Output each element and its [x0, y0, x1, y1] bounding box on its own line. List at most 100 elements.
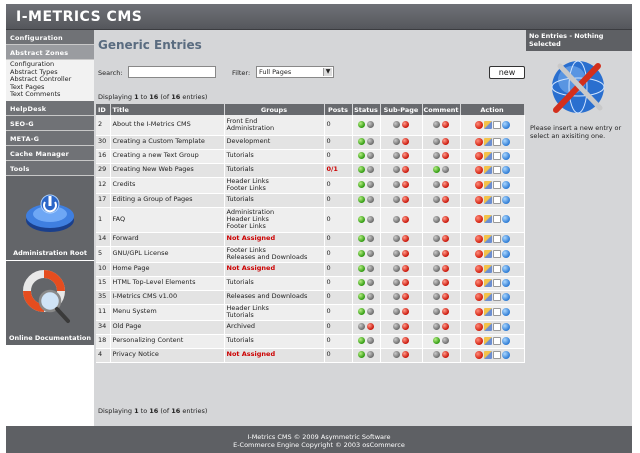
status-on-icon[interactable]: [358, 120, 365, 128]
status-off-icon[interactable]: [367, 138, 374, 146]
subpage-off-icon[interactable]: [402, 166, 409, 174]
comment-on-icon[interactable]: [433, 181, 440, 189]
status-off-icon[interactable]: [367, 235, 374, 243]
info-icon[interactable]: [501, 180, 510, 189]
delete-icon[interactable]: [474, 165, 483, 174]
info-icon[interactable]: [501, 165, 510, 174]
comment-off-icon[interactable]: [442, 138, 449, 146]
edit-icon[interactable]: [483, 336, 492, 345]
email-icon[interactable]: [492, 234, 501, 243]
status-on-icon[interactable]: [358, 196, 365, 204]
cell-title[interactable]: Privacy Notice: [110, 348, 225, 363]
search-input[interactable]: [128, 66, 216, 78]
col-header-title[interactable]: Title: [110, 104, 225, 115]
subpage-off-icon[interactable]: [402, 235, 409, 243]
delete-icon[interactable]: [474, 151, 483, 160]
table-row[interactable]: 35 I-Metrics CMS v1.00 Releases and Downlo…: [96, 290, 525, 305]
comment-on-icon[interactable]: [433, 351, 440, 359]
col-header-status[interactable]: Status: [352, 104, 381, 115]
administration-root-link[interactable]: Administration Root: [6, 175, 94, 261]
status-on-icon[interactable]: [358, 138, 365, 146]
status-off-icon[interactable]: [367, 250, 374, 258]
edit-icon[interactable]: [483, 215, 492, 224]
status-off-icon[interactable]: [367, 265, 374, 273]
info-icon[interactable]: [501, 336, 510, 345]
table-row[interactable]: 12 Credits Header Links Footer Links 0: [96, 177, 525, 194]
subpage-on-icon[interactable]: [393, 215, 400, 223]
info-icon[interactable]: [501, 151, 510, 160]
delete-icon[interactable]: [474, 195, 483, 204]
email-icon[interactable]: [492, 151, 501, 160]
filter-select[interactable]: Full Pages ▼: [256, 66, 334, 78]
cell-title[interactable]: FAQ: [110, 207, 225, 233]
subpage-on-icon[interactable]: [393, 337, 400, 345]
edit-icon[interactable]: [483, 180, 492, 189]
comment-off-icon[interactable]: [442, 196, 449, 204]
status-off-icon[interactable]: [367, 196, 374, 204]
subpage-off-icon[interactable]: [402, 120, 409, 128]
subpage-on-icon[interactable]: [393, 265, 400, 273]
subpage-off-icon[interactable]: [402, 196, 409, 204]
table-row[interactable]: 14 Forward Not Assigned 0: [96, 232, 525, 247]
subpage-off-icon[interactable]: [402, 181, 409, 189]
cell-title[interactable]: Creating New Web Pages: [110, 163, 225, 178]
info-icon[interactable]: [501, 120, 510, 129]
cell-title[interactable]: Creating a new Text Group: [110, 149, 225, 164]
info-icon[interactable]: [501, 292, 510, 301]
comment-on-icon[interactable]: [433, 196, 440, 204]
table-row[interactable]: 4 Privacy Notice Not Assigned 0: [96, 348, 525, 363]
new-entry-button[interactable]: new: [489, 66, 525, 79]
email-icon[interactable]: [492, 278, 501, 287]
subpage-on-icon[interactable]: [393, 293, 400, 301]
table-row[interactable]: 2 About the I-Metrics CMS Front End Admini…: [96, 115, 525, 136]
status-on-icon[interactable]: [358, 308, 365, 316]
info-icon[interactable]: [501, 249, 510, 258]
status-on-icon[interactable]: [358, 323, 365, 331]
table-row[interactable]: 11 Menu System Header Links Tutorials 0: [96, 304, 525, 321]
comment-off-icon[interactable]: [442, 235, 449, 243]
comment-on-icon[interactable]: [433, 166, 440, 174]
subpage-off-icon[interactable]: [402, 279, 409, 287]
subpage-on-icon[interactable]: [393, 166, 400, 174]
email-icon[interactable]: [492, 215, 501, 224]
comment-on-icon[interactable]: [433, 265, 440, 273]
email-icon[interactable]: [492, 120, 501, 129]
cell-title[interactable]: Creating a Custom Template: [110, 135, 225, 150]
subpage-on-icon[interactable]: [393, 181, 400, 189]
nav-helpdesk[interactable]: HelpDesk: [6, 100, 94, 116]
status-off-icon[interactable]: [367, 323, 374, 331]
cell-title[interactable]: Editing a Group of Pages: [110, 193, 225, 208]
delete-icon[interactable]: [474, 307, 483, 316]
edit-icon[interactable]: [483, 350, 492, 359]
online-documentation-link[interactable]: Online Documentation: [6, 260, 94, 346]
cell-title[interactable]: Menu System: [110, 304, 225, 321]
comment-off-icon[interactable]: [442, 215, 449, 223]
cell-title[interactable]: I-Metrics CMS v1.00: [110, 290, 225, 305]
subpage-off-icon[interactable]: [402, 215, 409, 223]
subpage-on-icon[interactable]: [393, 235, 400, 243]
col-header-posts[interactable]: Posts: [324, 104, 353, 115]
status-on-icon[interactable]: [358, 351, 365, 359]
status-off-icon[interactable]: [367, 351, 374, 359]
comment-on-icon[interactable]: [433, 337, 440, 345]
subpage-off-icon[interactable]: [402, 152, 409, 160]
status-off-icon[interactable]: [367, 308, 374, 316]
nav-meta-g[interactable]: META-G: [6, 130, 94, 146]
cell-title[interactable]: Forward: [110, 232, 225, 247]
nav-abstract-zones[interactable]: Abstract Zones: [6, 45, 94, 60]
delete-icon[interactable]: [474, 120, 483, 129]
table-row[interactable]: 1 FAQ Administration Header Links Footer L…: [96, 207, 525, 233]
col-header-groups[interactable]: Groups: [224, 104, 325, 115]
subpage-off-icon[interactable]: [402, 250, 409, 258]
subpage-on-icon[interactable]: [393, 196, 400, 204]
subpage-on-icon[interactable]: [393, 120, 400, 128]
delete-icon[interactable]: [474, 278, 483, 287]
comment-on-icon[interactable]: [433, 152, 440, 160]
subpage-on-icon[interactable]: [393, 323, 400, 331]
comment-on-icon[interactable]: [433, 215, 440, 223]
subpage-off-icon[interactable]: [402, 323, 409, 331]
cell-title[interactable]: Home Page: [110, 262, 225, 277]
subpage-on-icon[interactable]: [393, 152, 400, 160]
nav-tools[interactable]: Tools: [6, 160, 94, 176]
comment-off-icon[interactable]: [442, 279, 449, 287]
